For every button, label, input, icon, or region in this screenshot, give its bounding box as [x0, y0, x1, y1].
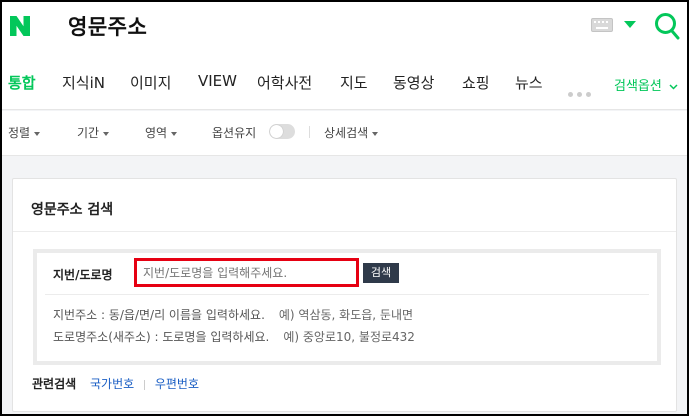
area-label: 영역 [145, 126, 168, 140]
tab-map[interactable]: 지도 [340, 72, 368, 93]
related-link-postal-code[interactable]: 우편번호 [155, 377, 199, 391]
search-icon[interactable] [654, 12, 680, 40]
help-road-example: 예) 중앙로10, 불정로432 [283, 330, 415, 344]
tab-news[interactable]: 뉴스 [515, 72, 543, 93]
search-tabs: 통합 지식iN 이미지 VIEW 어학사전 지도 동영상 쇼핑 뉴스 검색옵션 [2, 52, 687, 110]
area-dropdown[interactable]: 영역 [145, 124, 178, 141]
search-query-text[interactable]: 영문주소 [68, 11, 147, 41]
english-address-card: 영문주소 검색 지번/도로명 검색 지번주소 : 동/읍/면/리 이름을 입력하… [12, 178, 677, 412]
filter-bar: 정렬 기간 영역 옵션유지 상세검색 [2, 111, 687, 156]
keyboard-icon[interactable] [591, 18, 613, 32]
period-dropdown[interactable]: 기간 [77, 124, 110, 141]
related-separator [144, 379, 145, 390]
detail-search-label: 상세검색 [324, 126, 369, 140]
card-title: 영문주소 검색 [31, 202, 114, 218]
address-search-box: 지번/도로명 검색 지번주소 : 동/읍/면/리 이름을 입력하세요. 예) 역삼… [33, 249, 661, 365]
detail-search-dropdown[interactable]: 상세검색 [324, 124, 379, 141]
help-road-text: 도로명주소(새주소) : 도로명을 입력하세요. [53, 330, 270, 344]
related-label: 관련검색 [32, 377, 77, 391]
more-tabs-button[interactable] [568, 82, 595, 101]
box-divider [45, 294, 649, 295]
tab-integrated[interactable]: 통합 [8, 72, 36, 93]
tab-view[interactable]: VIEW [198, 72, 237, 90]
tab-images[interactable]: 이미지 [130, 72, 171, 93]
search-options-label: 검색옵션 [614, 79, 662, 94]
help-road-address: 도로명주소(새주소) : 도로명을 입력하세요. 예) 중앙로10, 불정로432 [53, 328, 415, 345]
address-type-label: 지번/도로명 [53, 268, 113, 282]
card-divider [13, 231, 676, 232]
caret-down-icon[interactable] [624, 21, 636, 29]
browser-frame: 영문주소 통합 지식iN 이미지 VIEW 어학사전 지도 동영상 쇼핑 뉴스 … [0, 0, 689, 416]
filter-separator [309, 126, 310, 138]
tab-shopping[interactable]: 쇼핑 [462, 72, 490, 93]
tab-video[interactable]: 동영상 [393, 72, 434, 93]
address-input-wrapper [134, 258, 359, 287]
dropdown-arrow-icon [372, 131, 379, 136]
related-link-country-code[interactable]: 국가번호 [90, 377, 134, 391]
search-header: 영문주소 [2, 2, 687, 52]
sort-label: 정렬 [8, 126, 31, 140]
dropdown-arrow-icon [34, 131, 41, 136]
related-searches: 관련검색 국가번호 우편번호 [32, 375, 199, 392]
address-search-button[interactable]: 검색 [363, 263, 399, 283]
period-label: 기간 [77, 126, 100, 140]
address-input[interactable] [137, 261, 356, 284]
dropdown-arrow-icon [171, 131, 178, 136]
chevron-down-icon [669, 83, 678, 90]
keep-option-label: 옵션유지 [212, 126, 257, 140]
dropdown-arrow-icon [103, 131, 110, 136]
tab-kin[interactable]: 지식iN [62, 72, 105, 93]
tab-dictionary[interactable]: 어학사전 [257, 72, 312, 93]
naver-logo[interactable] [8, 14, 32, 38]
help-lot-example: 예) 역삼동, 화도읍, 둔내면 [278, 308, 414, 322]
keep-option-toggle[interactable] [269, 124, 295, 139]
sort-dropdown[interactable]: 정렬 [8, 124, 41, 141]
search-options-button[interactable]: 검색옵션 [614, 75, 678, 94]
help-lot-address: 지번주소 : 동/읍/면/리 이름을 입력하세요. 예) 역삼동, 화도읍, 둔내… [53, 306, 413, 323]
help-lot-text: 지번주소 : 동/읍/면/리 이름을 입력하세요. [53, 308, 265, 322]
